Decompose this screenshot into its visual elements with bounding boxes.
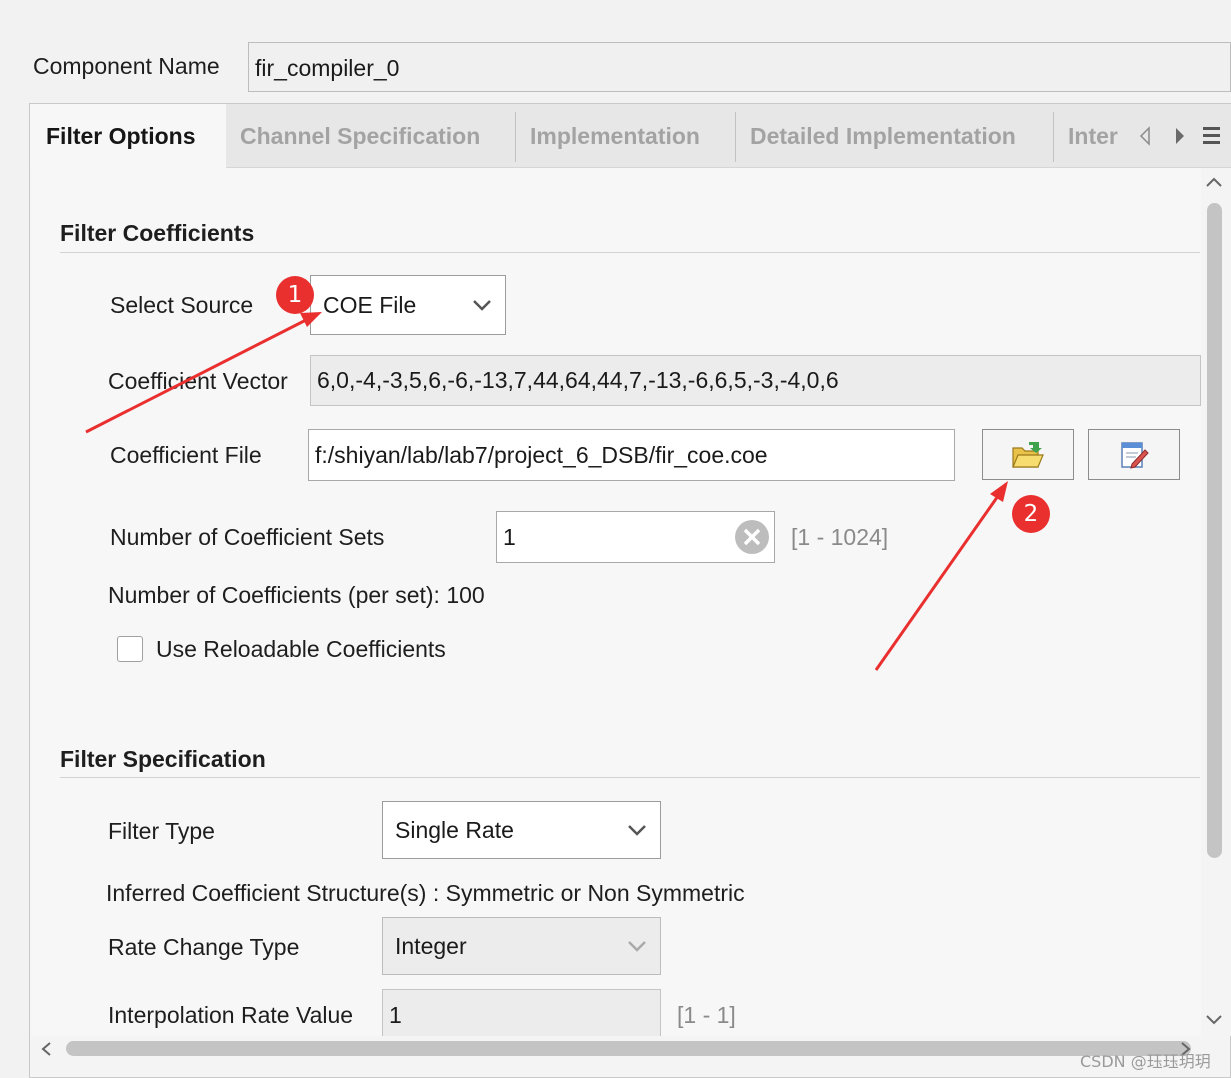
select-source-value: COE File xyxy=(323,291,417,318)
component-name-label: Component Name xyxy=(33,53,220,79)
chevron-down-icon xyxy=(628,941,646,952)
num-coefficient-sets-value: 1 xyxy=(503,523,516,550)
horizontal-scroll-thumb[interactable] xyxy=(66,1041,1191,1056)
scroll-down-icon[interactable] xyxy=(1205,1014,1223,1026)
chevron-down-icon xyxy=(473,300,491,311)
num-coefficient-sets-range: [1 - 1024] xyxy=(791,524,889,550)
watermark: CSDN @珏珏玥玥 xyxy=(1080,1052,1211,1071)
filter-coefficients-title: Filter Coefficients xyxy=(60,220,255,246)
annotation-badge-2: 2 xyxy=(1012,495,1050,533)
coefficient-file-label: Coefficient File xyxy=(110,442,262,468)
filter-options-content: Filter Coefficients Select Source COE Fi… xyxy=(31,168,1201,1036)
reloadable-coefficients-checkbox[interactable] xyxy=(117,636,143,662)
filter-type-dropdown[interactable]: Single Rate xyxy=(382,801,661,859)
tab-separator xyxy=(735,112,736,162)
reloadable-coefficients-label: Use Reloadable Coefficients xyxy=(156,636,446,662)
tab-bar: Filter Options Channel Specification Imp… xyxy=(30,104,1231,169)
interpolation-rate-label: Interpolation Rate Value xyxy=(108,1002,354,1028)
tab-separator xyxy=(1053,112,1054,162)
tab-menu-icon[interactable] xyxy=(1202,125,1222,147)
tab-interface[interactable]: Inter xyxy=(1068,104,1128,168)
num-coefficients-text: Number of Coefficients (per set): 100 xyxy=(108,582,485,608)
section-divider xyxy=(60,777,1200,778)
browse-file-button[interactable] xyxy=(982,429,1074,480)
vertical-scroll-thumb[interactable] xyxy=(1207,203,1222,858)
chevron-down-icon xyxy=(628,825,646,836)
edit-document-icon xyxy=(1121,441,1149,469)
tab-implementation[interactable]: Implementation xyxy=(530,104,735,168)
tab-separator xyxy=(515,112,516,162)
coefficient-vector-input[interactable]: 6,0,-4,-3,5,6,-6,-13,7,44,64,44,7,-13,-6… xyxy=(310,355,1201,406)
component-name-input[interactable]: fir_compiler_0 xyxy=(248,42,1231,92)
scroll-up-icon[interactable] xyxy=(1205,176,1223,188)
filter-specification-title: Filter Specification xyxy=(60,746,266,772)
select-source-label: Select Source xyxy=(110,292,254,318)
tab-channel-specification[interactable]: Channel Specification xyxy=(240,104,515,168)
coefficient-vector-label: Coefficient Vector xyxy=(108,368,288,394)
tab-detailed-implementation[interactable]: Detailed Implementation xyxy=(750,104,1055,168)
annotation-badge-1: 1 xyxy=(276,276,314,314)
rate-change-type-dropdown[interactable]: Integer xyxy=(382,917,661,975)
clear-icon[interactable] xyxy=(733,518,771,556)
rate-change-type-label: Rate Change Type xyxy=(108,934,300,960)
filter-type-value: Single Rate xyxy=(395,816,514,843)
num-coefficient-sets-label: Number of Coefficient Sets xyxy=(110,524,385,550)
scroll-left-icon[interactable] xyxy=(40,1041,52,1057)
tab-filter-options[interactable]: Filter Options xyxy=(30,104,226,169)
interpolation-rate-range: [1 - 1] xyxy=(677,1002,736,1028)
open-folder-icon xyxy=(1012,441,1044,468)
filter-type-label: Filter Type xyxy=(108,818,215,844)
tab-scroll-right-icon[interactable] xyxy=(1173,126,1187,146)
inferred-coefficient-structure-text: Inferred Coefficient Structure(s) : Symm… xyxy=(106,880,745,906)
select-source-dropdown[interactable]: COE File xyxy=(310,275,506,335)
interpolation-rate-input[interactable]: 1 xyxy=(382,989,661,1036)
coefficient-file-input[interactable]: f:/shiyan/lab/lab7/project_6_DSB/fir_coe… xyxy=(308,429,955,481)
rate-change-type-value: Integer xyxy=(395,932,467,959)
section-divider xyxy=(60,252,1200,253)
tab-scroll-left-icon[interactable] xyxy=(1138,126,1152,146)
edit-file-button[interactable] xyxy=(1088,429,1180,480)
